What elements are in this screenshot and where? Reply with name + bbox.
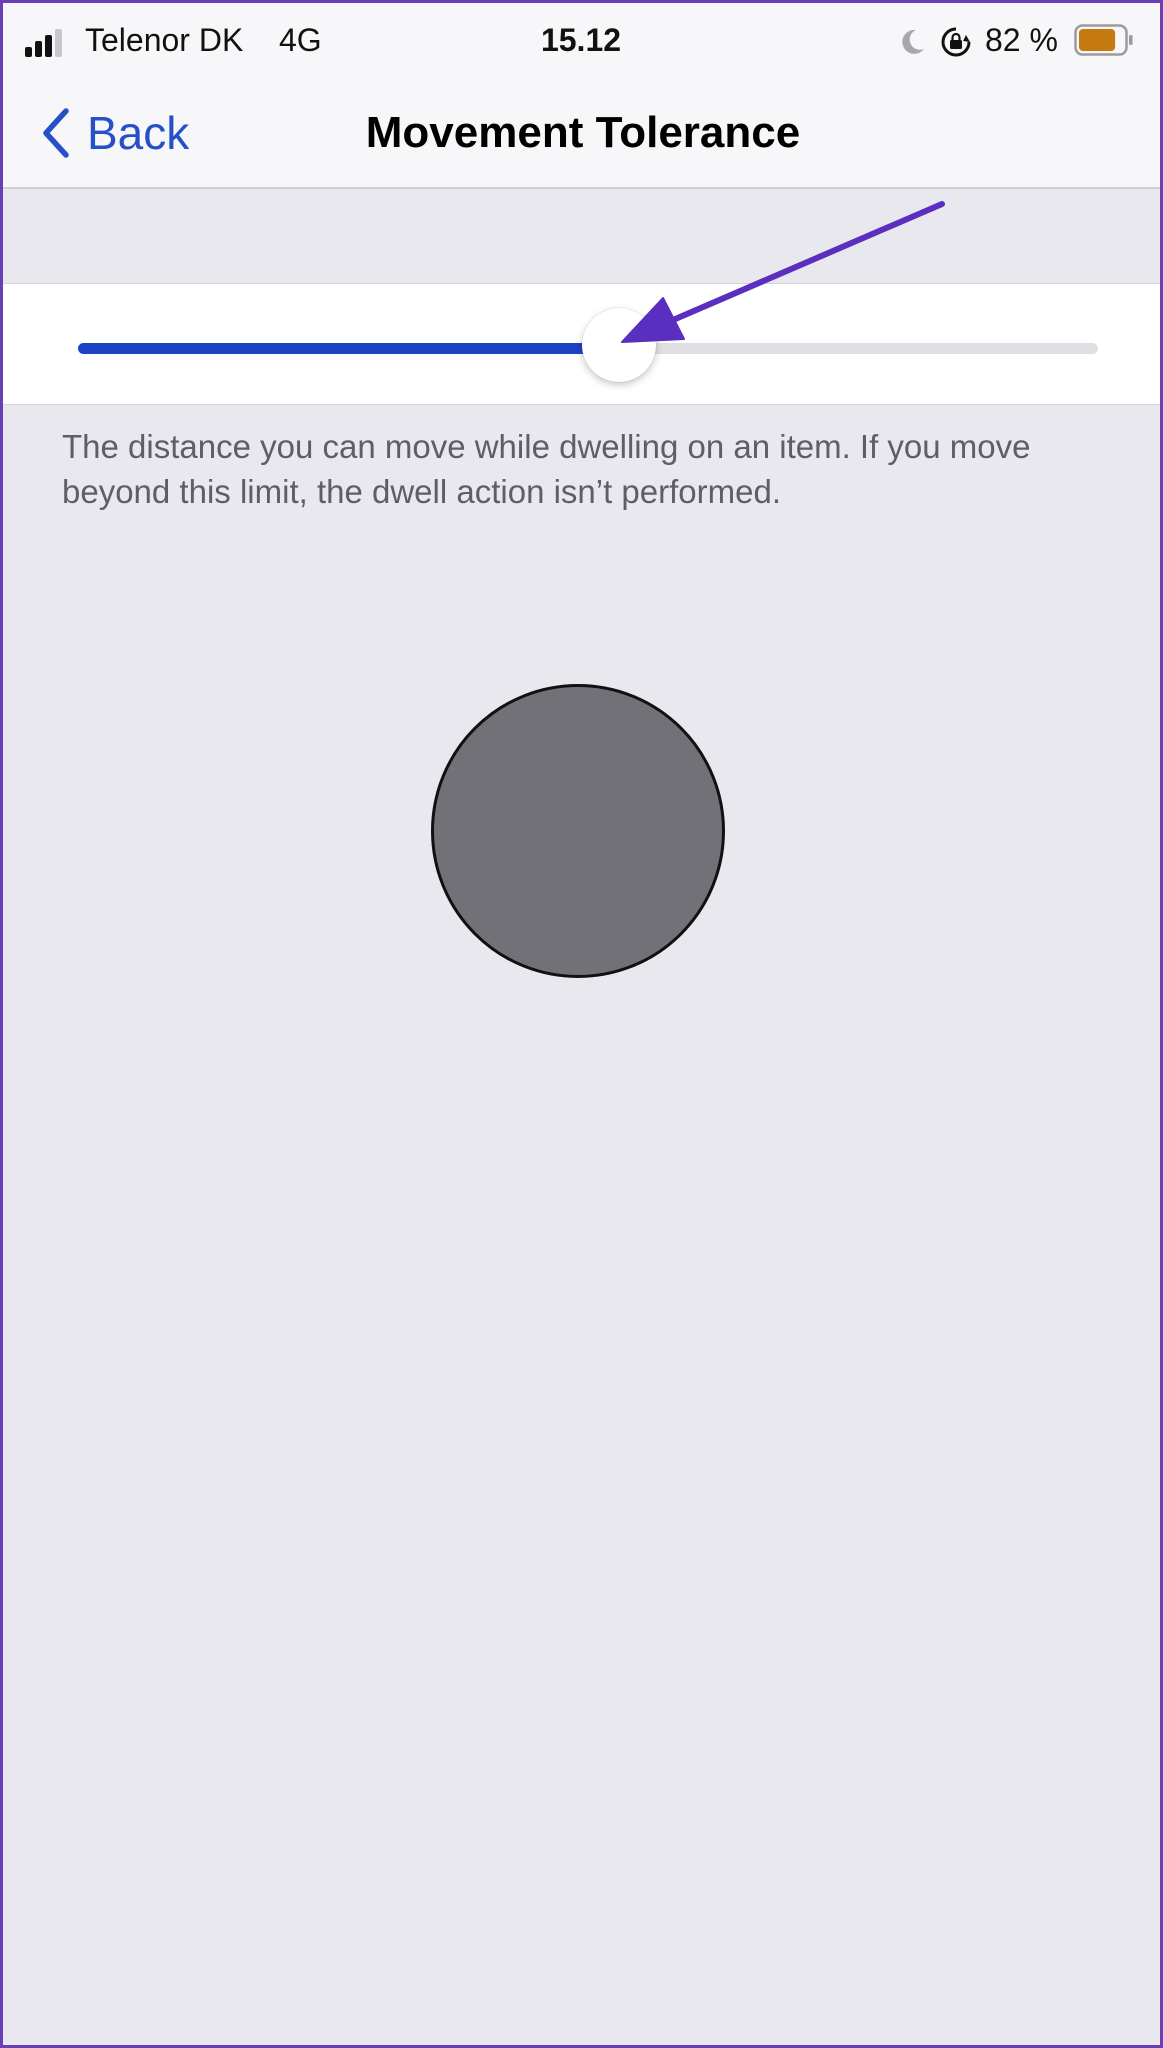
back-button[interactable]: Back [39,103,189,163]
chevron-left-icon [43,108,69,158]
moon-icon [902,29,924,54]
network-type: 4G [279,22,322,58]
battery-percentage: 82 % [985,22,1058,58]
status-time: 15.12 [540,22,622,58]
slider-thumb[interactable] [581,308,656,382]
page-title: Movement Tolerance [365,108,801,157]
slider-fill [78,343,619,354]
rotation-lock-icon [941,27,971,57]
status-bar: Telenor DK 4G 15.12 82 % [3,3,1160,79]
back-button-label: Back [87,107,190,159]
dwell-tolerance-preview [431,684,725,978]
slider-cell [3,283,1160,405]
carrier-name: Telenor DK [85,22,244,58]
top-bar: Telenor DK 4G 15.12 82 % Back Movement T… [3,3,1160,189]
battery-fill [1079,29,1116,51]
navigation-bar: Back Movement Tolerance [3,79,1160,187]
slider-description: The distance you can move while dwelling… [62,428,1031,510]
battery-icon [1074,24,1133,56]
signal-icon [25,27,65,57]
